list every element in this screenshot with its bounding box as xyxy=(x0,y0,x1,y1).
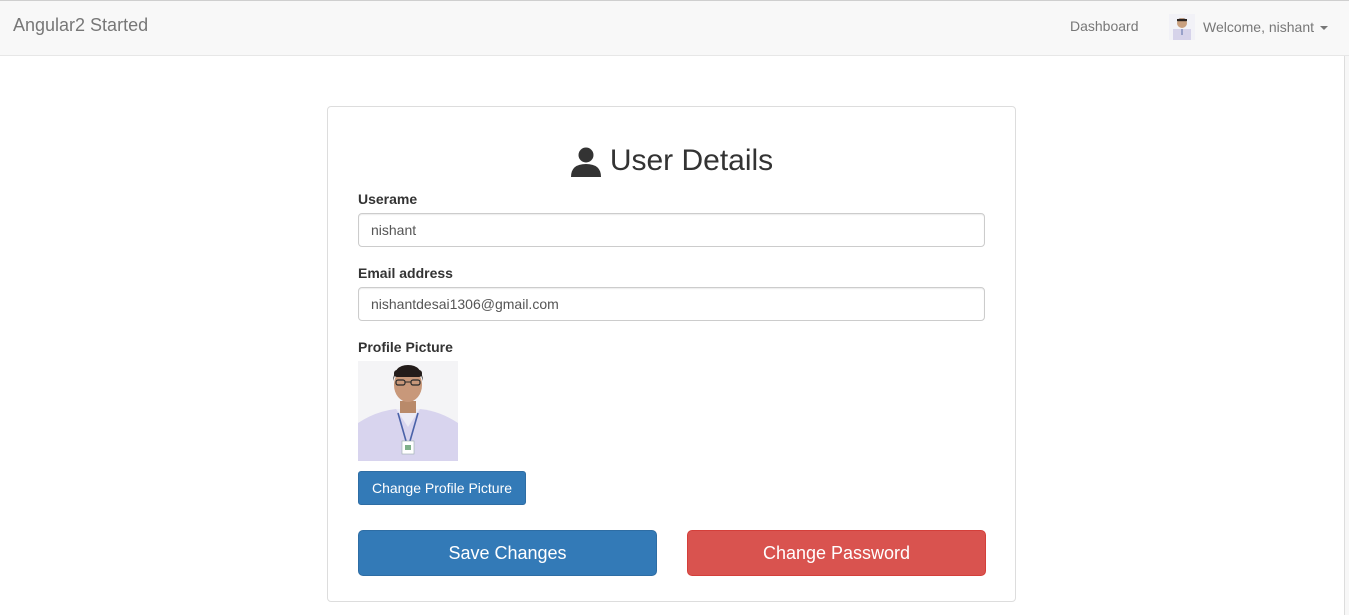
page-title: User Details xyxy=(609,144,774,177)
change-profile-picture-button[interactable]: Change Profile Picture xyxy=(358,471,526,505)
top-navbar: Angular2 Started Dashboard Welcome, nish… xyxy=(0,0,1349,56)
save-changes-button[interactable]: Save Changes xyxy=(358,530,657,576)
email-input[interactable] xyxy=(358,287,985,321)
caret-down-icon xyxy=(1320,26,1329,30)
profile-picture-label: Profile Picture xyxy=(358,339,453,355)
email-label: Email address xyxy=(358,265,453,281)
page-edge-divider xyxy=(1344,56,1349,615)
username-label: Userame xyxy=(358,191,418,207)
welcome-text: Welcome, nishant xyxy=(1203,19,1315,35)
panel-header: User Details xyxy=(328,143,1015,179)
profile-picture-image xyxy=(358,361,458,461)
brand-link[interactable]: Angular2 Started xyxy=(13,15,148,35)
change-password-button[interactable]: Change Password xyxy=(687,530,986,576)
nav-link-dashboard[interactable]: Dashboard xyxy=(1070,17,1139,35)
nav-avatar-image xyxy=(1169,14,1195,40)
user-details-panel: User Details Userame Email address Profi… xyxy=(327,106,1016,602)
user-menu-dropdown[interactable]: Welcome, nishant xyxy=(1169,13,1329,41)
user-icon xyxy=(570,147,601,177)
username-input[interactable] xyxy=(358,213,985,247)
